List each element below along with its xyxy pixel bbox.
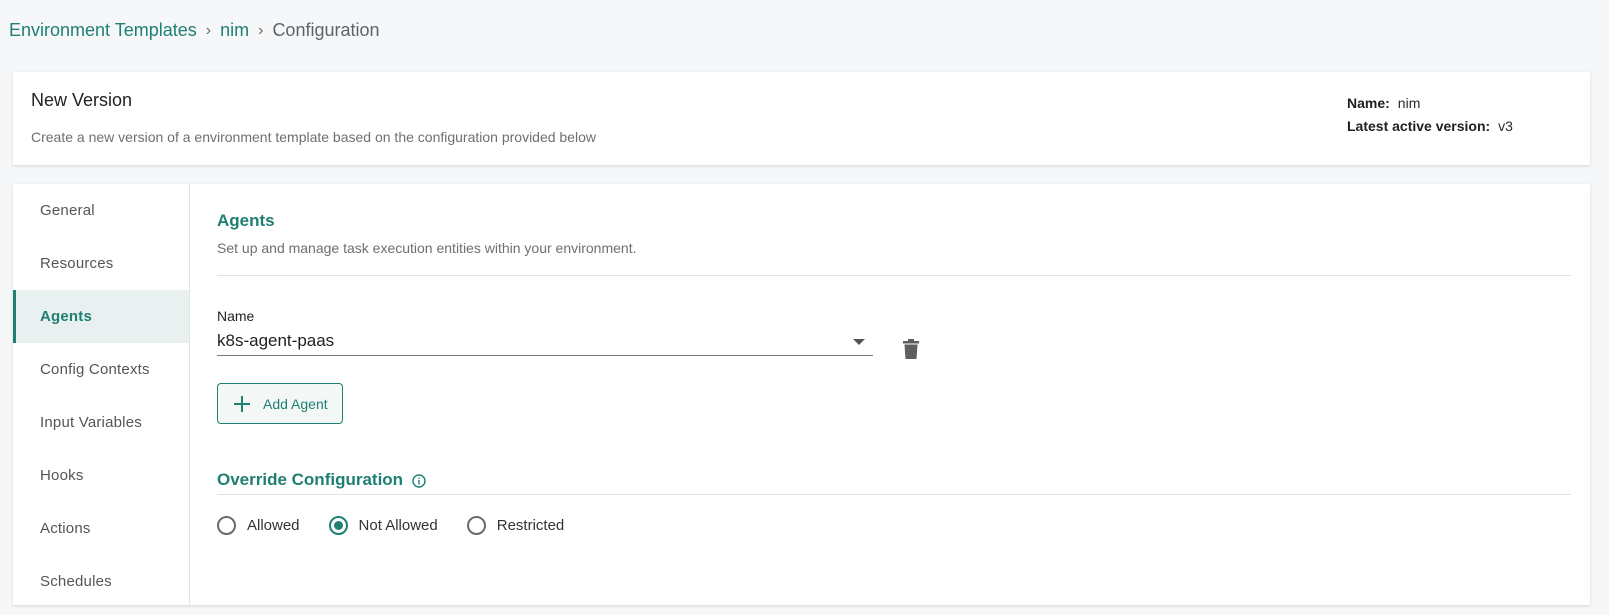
main-card: General Resources Agents Config Contexts… (13, 184, 1590, 605)
agent-name-select[interactable]: k8s-agent-paas (217, 329, 873, 356)
sidebar-item-config-contexts[interactable]: Config Contexts (13, 343, 189, 396)
radio-circle[interactable] (328, 516, 348, 535)
meta-version-row: Latest active version: v3 (1347, 115, 1513, 138)
header-card: New Version Create a new version of a en… (13, 72, 1590, 165)
sidebar-item-agents[interactable]: Agents (13, 290, 189, 343)
override-title-text: Override Configuration (217, 470, 404, 489)
divider (217, 494, 1571, 495)
sidebar-item-resources[interactable]: Resources (13, 237, 189, 290)
trash-icon[interactable] (903, 339, 919, 359)
meta-version-value: v3 (1498, 118, 1513, 134)
radio-allowed[interactable]: Allowed (217, 516, 300, 535)
breadcrumb-separator: › (205, 21, 212, 39)
info-icon[interactable] (412, 474, 426, 488)
breadcrumb-environment-templates[interactable]: Environment Templates (9, 20, 197, 41)
sidebar: General Resources Agents Config Contexts… (13, 184, 190, 605)
breadcrumb-configuration: Configuration (272, 20, 380, 40)
radio-not-allowed[interactable]: Not Allowed (328, 516, 438, 535)
agent-name-label: Name (217, 308, 255, 324)
agent-name-value: k8s-agent-paas (217, 331, 335, 350)
template-meta: Name: nim Latest active version: v3 (1347, 92, 1513, 138)
radio-label: Restricted (496, 517, 565, 534)
sidebar-item-general[interactable]: General (13, 184, 189, 237)
meta-name-row: Name: nim (1347, 92, 1513, 115)
sidebar-item-input-variables[interactable]: Input Variables (13, 396, 189, 449)
add-agent-button[interactable]: Add Agent (217, 383, 343, 424)
breadcrumb-nim[interactable]: nim (220, 20, 249, 41)
add-agent-label: Add Agent (263, 395, 328, 412)
sidebar-item-hooks[interactable]: Hooks (13, 449, 189, 502)
radio-restricted[interactable]: Restricted (466, 516, 565, 535)
override-radio-group: Allowed Not Allowed Restricted (217, 516, 593, 535)
breadcrumb-separator: › (258, 21, 264, 39)
radio-label: Allowed (247, 517, 300, 534)
page-subtitle: Create a new version of a environment te… (31, 129, 597, 145)
plus-icon (234, 395, 250, 412)
section-description: Set up and manage task execution entitie… (217, 240, 637, 256)
radio-label: Not Allowed (358, 517, 438, 534)
caret-down-icon (853, 339, 865, 345)
meta-version-label: Latest active version: (1347, 118, 1491, 134)
radio-circle[interactable] (217, 516, 236, 535)
page-title: New Version (31, 90, 133, 110)
sidebar-item-actions[interactable]: Actions (13, 502, 189, 555)
override-configuration-title: Override Configuration (217, 470, 426, 490)
section-title: Agents (217, 211, 275, 230)
divider (217, 275, 1571, 276)
meta-name-value: nim (1397, 95, 1421, 111)
radio-circle[interactable] (466, 516, 486, 535)
sidebar-item-schedules[interactable]: Schedules (13, 555, 189, 608)
meta-name-label: Name: (1347, 95, 1390, 111)
breadcrumb: Environment Templates › nim › Configurat… (9, 20, 380, 41)
